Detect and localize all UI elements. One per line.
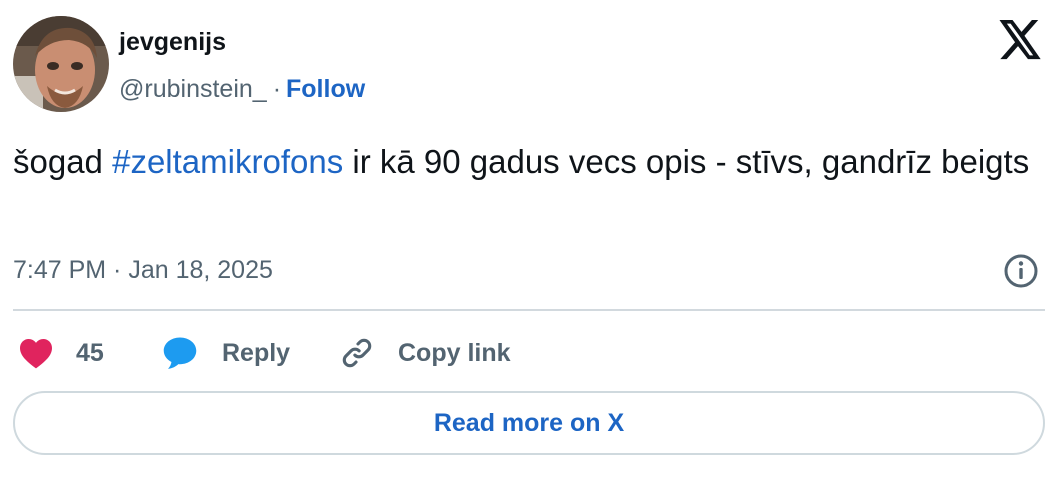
author-handle[interactable]: @rubinstein_ [119, 75, 267, 103]
heart-icon [20, 339, 52, 369]
author-handle-row: @rubinstein_ · Follow [119, 72, 365, 106]
like-count: 45 [76, 338, 104, 367]
reply-button[interactable]: Reply [162, 333, 290, 373]
tweet-embed-card: jevgenijs @rubinstein_ · Follow šogad #zel… [0, 0, 1050, 485]
read-more-label: Read more on X [433, 408, 625, 437]
copy-link-button[interactable]: Copy link [340, 333, 511, 373]
hashtag-link[interactable]: #zeltamikrofons [112, 143, 343, 180]
tweet-text-before: šogad [13, 143, 113, 180]
like-button[interactable]: 45 [18, 333, 104, 373]
author-display-name[interactable]: jevgenijs [119, 25, 226, 59]
author-avatar[interactable] [13, 16, 109, 112]
link-icon [342, 338, 372, 368]
x-logo-icon[interactable] [997, 20, 1043, 62]
follow-button[interactable]: Follow [286, 75, 365, 103]
separator-dot: · [272, 75, 282, 103]
tweet-text: šogad #zeltamikrofons ir kā 90 gadus vec… [13, 138, 1033, 186]
read-more-button[interactable]: Read more on X [13, 391, 1045, 455]
divider [13, 309, 1045, 311]
tweet-timestamp[interactable]: 7:47 PM · Jan 18, 2025 [13, 253, 273, 287]
speech-bubble-icon [163, 337, 197, 369]
tweet-text-after: ir kā 90 gadus vecs opis - stīvs, gandrī… [343, 143, 1030, 180]
copy-link-label: Copy link [398, 338, 511, 367]
info-icon[interactable] [1003, 253, 1039, 289]
avatar-image [13, 16, 109, 112]
reply-label: Reply [222, 338, 291, 367]
